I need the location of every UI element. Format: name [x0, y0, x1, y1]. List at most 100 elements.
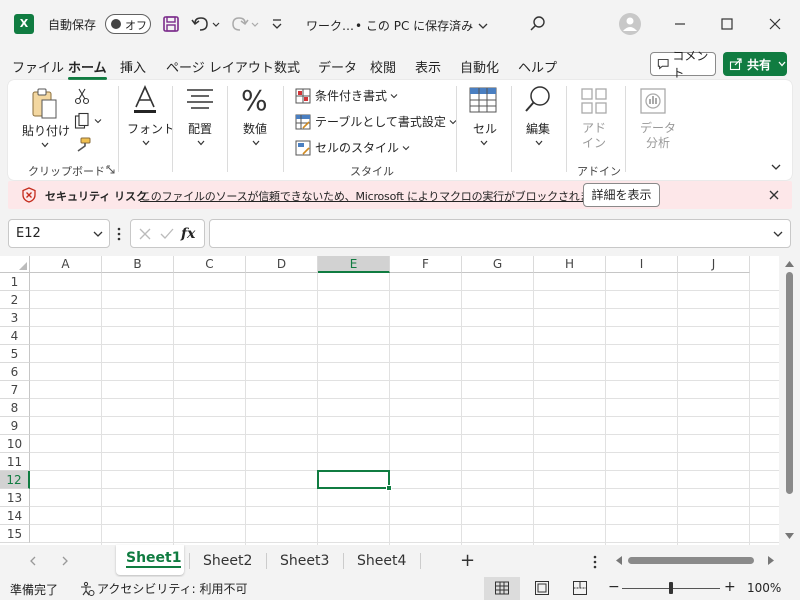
column-header-b[interactable]: B — [102, 256, 174, 273]
row-header-8[interactable]: 8 — [0, 399, 30, 417]
zoom-level[interactable]: 100% — [747, 581, 781, 595]
zoom-out-button[interactable]: − — [608, 579, 620, 595]
row-header-1[interactable]: 1 — [0, 273, 30, 291]
chevron-down-icon[interactable] — [534, 138, 544, 148]
editing-search-icon[interactable] — [524, 85, 552, 115]
cells-icon[interactable] — [469, 87, 497, 113]
column-header-f[interactable]: F — [390, 256, 462, 273]
customize-icon[interactable] — [270, 17, 284, 31]
search-icon[interactable] — [529, 15, 547, 33]
sheet-tab-1[interactable]: Sheet1 — [126, 550, 182, 568]
chevron-down-icon[interactable] — [196, 138, 206, 148]
zoom-slider-thumb[interactable] — [669, 582, 673, 594]
data-analysis-label[interactable]: データ 分析 — [640, 121, 676, 151]
row-header-11[interactable]: 11 — [0, 453, 30, 471]
font-icon[interactable] — [131, 85, 159, 115]
row-header-7[interactable]: 7 — [0, 381, 30, 399]
data-analysis-icon[interactable] — [639, 87, 667, 115]
conditional-format-button[interactable]: 条件付き書式 — [295, 87, 398, 104]
alignment-icon[interactable] — [186, 88, 214, 112]
chevron-down-icon[interactable] — [251, 138, 261, 148]
redo-icon[interactable] — [230, 14, 260, 34]
horizontal-scroll-thumb[interactable] — [628, 557, 754, 564]
scroll-left-icon[interactable] — [615, 556, 623, 565]
font-label[interactable]: フォント — [127, 120, 175, 137]
document-title[interactable]: ワーク… — [306, 17, 354, 34]
editing-label[interactable]: 編集 — [526, 120, 550, 137]
sheet-tab-4[interactable]: Sheet4 — [357, 553, 406, 569]
sheet-tab-3[interactable]: Sheet3 — [280, 553, 329, 569]
insert-function-icon[interactable]: fx — [181, 226, 195, 242]
accessibility-status[interactable]: アクセシビリティ: 利用不可 — [79, 580, 248, 597]
save-icon[interactable] — [161, 14, 181, 34]
selected-cell[interactable] — [317, 470, 392, 491]
column-header-c[interactable]: C — [174, 256, 246, 273]
percent-icon[interactable]: % — [241, 84, 268, 117]
tab-review[interactable]: 校閲 — [370, 57, 396, 76]
cut-icon[interactable] — [74, 87, 90, 105]
vertical-scrollbar[interactable] — [779, 256, 800, 545]
tab-automate[interactable]: 自動化 — [460, 57, 499, 76]
row-header-5[interactable]: 5 — [0, 345, 30, 363]
show-details-button[interactable]: 詳細を表示 — [583, 183, 660, 207]
close-icon[interactable] — [765, 14, 785, 34]
comment-button[interactable]: コメント — [650, 49, 716, 80]
row-header-4[interactable]: 4 — [0, 327, 30, 345]
more-options-icon[interactable] — [592, 554, 598, 570]
column-header-i[interactable]: I — [606, 256, 678, 273]
undo-icon[interactable] — [190, 14, 220, 34]
cell-styles-button[interactable]: セルのスタイル — [295, 139, 410, 156]
copy-icon[interactable] — [74, 112, 102, 130]
row-header-6[interactable]: 6 — [0, 363, 30, 381]
sheet-tab-2[interactable]: Sheet2 — [203, 553, 252, 569]
share-button[interactable]: 共有 — [723, 52, 787, 76]
tab-home[interactable]: ホーム — [68, 57, 107, 80]
cancel-icon[interactable] — [137, 226, 153, 242]
user-icon[interactable] — [619, 13, 641, 35]
row-header-14[interactable]: 14 — [0, 507, 30, 525]
cells-label[interactable]: セル — [473, 120, 497, 137]
prev-sheet-icon[interactable] — [28, 555, 38, 567]
tab-page-layout[interactable]: ページ レイアウト — [166, 57, 274, 76]
row-header-10[interactable]: 10 — [0, 435, 30, 453]
autosave-toggle[interactable]: オフ — [105, 14, 151, 34]
vertical-scroll-thumb[interactable] — [786, 272, 793, 494]
tab-formulas[interactable]: 数式 — [274, 57, 300, 76]
row-header-15[interactable]: 15 — [0, 525, 30, 543]
formula-input[interactable] — [209, 219, 791, 248]
paste-icon[interactable] — [30, 88, 60, 120]
tab-help[interactable]: ヘルプ — [518, 57, 557, 76]
normal-view-icon[interactable] — [494, 580, 510, 596]
row-header-9[interactable]: 9 — [0, 417, 30, 435]
addins-icon[interactable] — [580, 87, 608, 115]
column-header-d[interactable]: D — [246, 256, 318, 273]
more-options-icon[interactable] — [116, 226, 122, 242]
zoom-in-button[interactable]: + — [724, 579, 736, 595]
column-header-j[interactable]: J — [678, 256, 750, 273]
column-header-e[interactable]: E — [318, 256, 390, 273]
row-header-12[interactable]: 12 — [0, 471, 30, 489]
chevron-down-icon[interactable] — [141, 138, 151, 148]
number-label[interactable]: 数値 — [243, 120, 267, 137]
page-break-view-icon[interactable] — [572, 580, 588, 596]
enter-check-icon[interactable] — [159, 226, 175, 242]
security-message-link[interactable]: このファイルのソースが信頼できないため、Microsoft によりマクロの実行が… — [140, 188, 623, 204]
addins-label[interactable]: アド イン — [582, 121, 606, 151]
column-header-g[interactable]: G — [462, 256, 534, 273]
row-header-3[interactable]: 3 — [0, 309, 30, 327]
alignment-label[interactable]: 配置 — [188, 120, 212, 137]
ribbon-expand-icon[interactable] — [770, 161, 782, 173]
tab-data[interactable]: データ — [318, 57, 357, 76]
save-status[interactable]: • この PC に保存済み — [355, 17, 489, 34]
dialog-launcher-icon[interactable] — [106, 165, 115, 174]
page-layout-view-icon[interactable] — [534, 580, 550, 596]
name-box[interactable]: E12 — [8, 219, 110, 248]
select-all-corner[interactable] — [0, 256, 30, 273]
maximize-icon[interactable] — [717, 14, 737, 34]
row-header-2[interactable]: 2 — [0, 291, 30, 309]
tab-view[interactable]: 表示 — [415, 57, 441, 76]
close-icon[interactable] — [767, 188, 781, 202]
tab-insert[interactable]: 挿入 — [120, 57, 146, 76]
column-header-a[interactable]: A — [30, 256, 102, 273]
paste-label[interactable]: 貼り付け — [22, 122, 70, 139]
